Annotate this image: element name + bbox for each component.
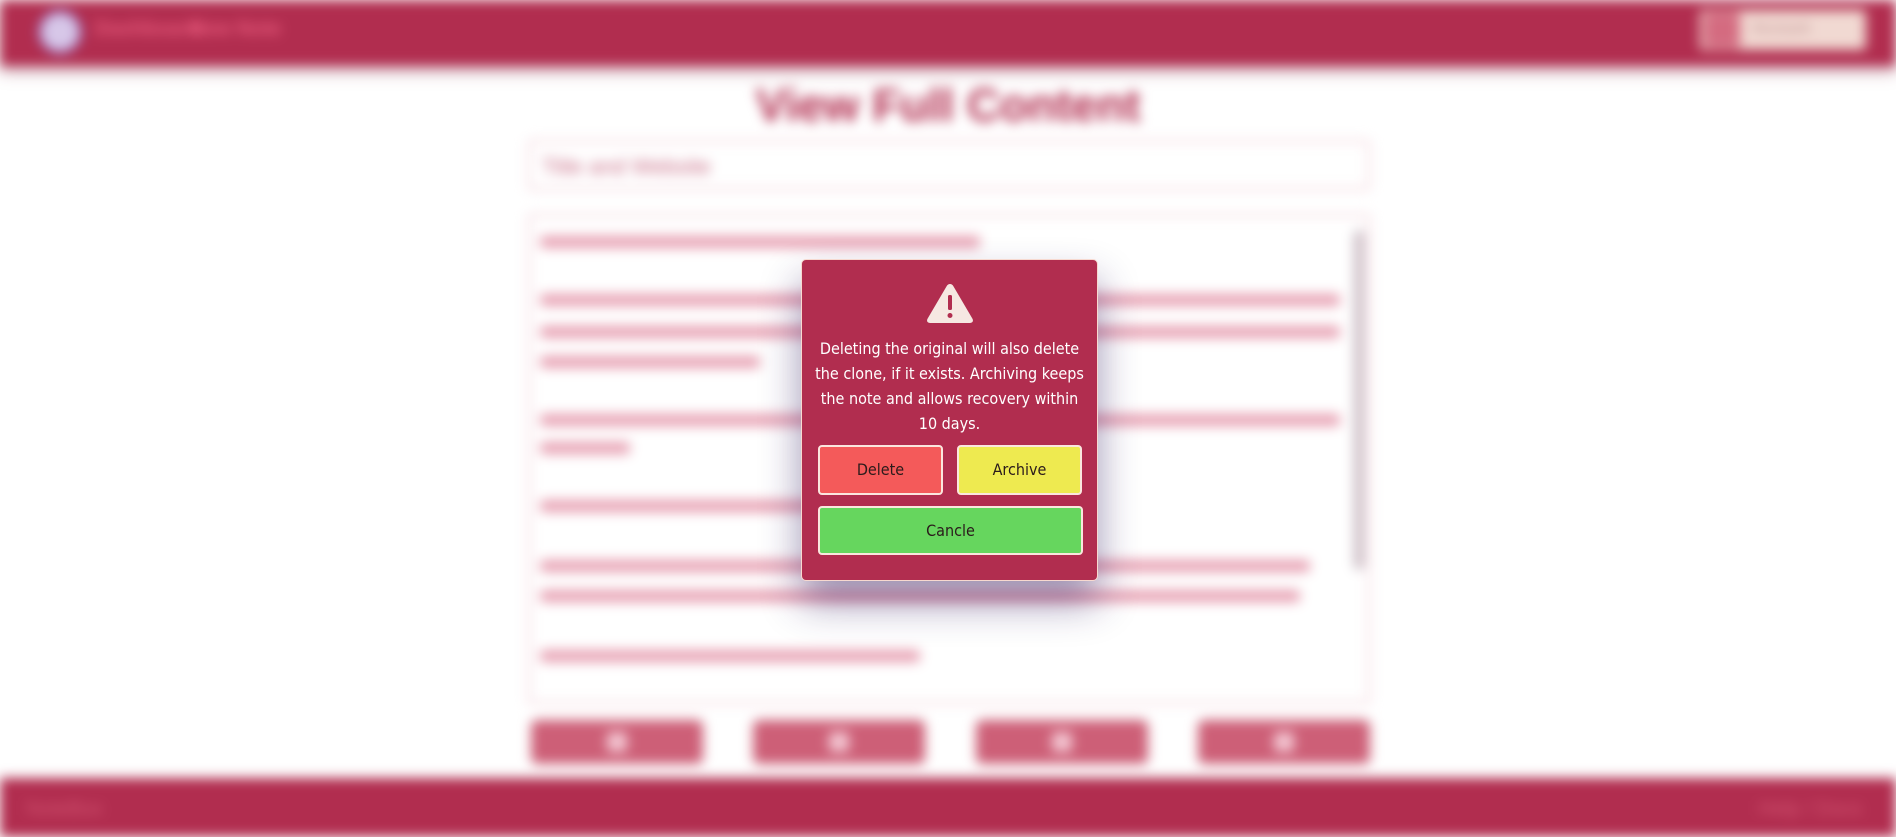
modal-message: Deleting the original will also delete t… <box>815 339 1084 433</box>
delete-confirmation-modal: Deleting the original will also delete t… <box>801 259 1098 581</box>
footer-brand: NoteBox <box>26 798 103 820</box>
delete-button[interactable]: Delete <box>818 445 943 495</box>
content-line <box>540 500 840 512</box>
app-root: Dashboard New Note Account View Full Con… <box>0 0 1896 837</box>
clone-button[interactable] <box>753 720 925 764</box>
clone-icon <box>829 732 849 752</box>
delete-note-button[interactable] <box>1198 720 1370 764</box>
content-line <box>540 236 980 248</box>
edit-icon <box>607 732 627 752</box>
cancel-button[interactable]: Cancle <box>818 506 1083 555</box>
title-field[interactable]: Title and Website <box>528 140 1370 190</box>
share-button[interactable] <box>976 720 1148 764</box>
avatar <box>1704 12 1740 48</box>
footer-help-link[interactable]: Help / Docs <box>1759 798 1862 821</box>
title-field-value: Title and Website <box>542 154 711 179</box>
page-title: View Full Content <box>755 79 1141 131</box>
account-label: Account <box>1752 20 1810 37</box>
delete-icon <box>1274 732 1294 752</box>
share-icon <box>1052 732 1072 752</box>
edit-button[interactable] <box>531 720 703 764</box>
content-line <box>540 356 760 368</box>
footer: NoteBox Help / Docs <box>0 778 1896 837</box>
content-line <box>540 442 630 454</box>
nav-link-new-note[interactable]: New Note <box>190 18 281 41</box>
navbar: Dashboard New Note Account <box>0 0 1896 66</box>
content-line <box>540 590 1300 602</box>
content-scrollbar[interactable] <box>1354 230 1364 570</box>
content-line <box>540 650 920 662</box>
logo[interactable] <box>38 10 82 54</box>
warning-triangle-icon <box>927 284 973 323</box>
archive-button[interactable]: Archive <box>957 445 1082 495</box>
nav-link-dashboard[interactable]: Dashboard <box>95 18 199 41</box>
